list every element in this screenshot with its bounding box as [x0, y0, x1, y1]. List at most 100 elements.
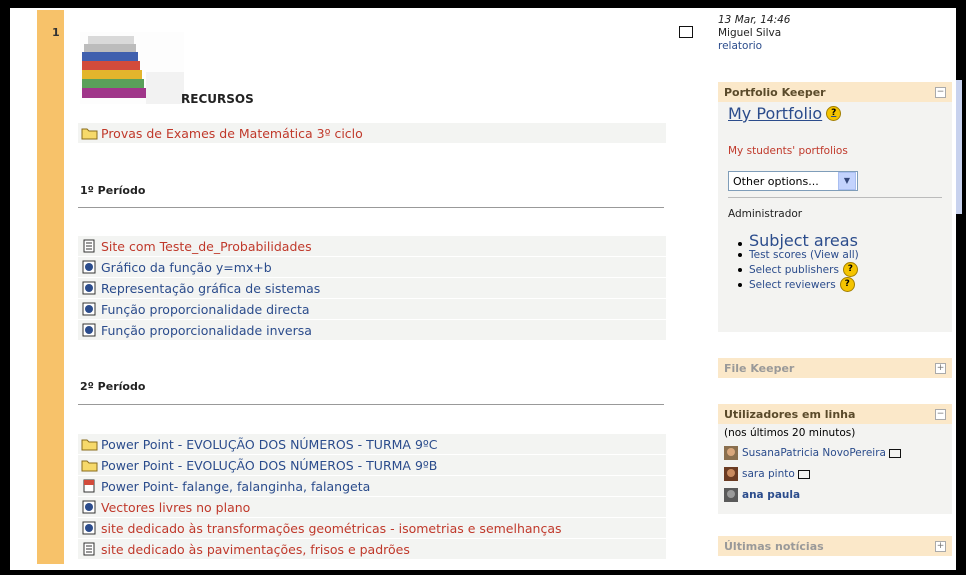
folder-icon: [81, 460, 98, 472]
section-number: 1: [52, 26, 60, 39]
resource-link[interactable]: Vectores livres no plano: [101, 500, 250, 515]
resource-link[interactable]: Provas de Exames de Matemática 3º ciclo: [101, 126, 363, 141]
chevron-down-icon[interactable]: ▼: [838, 172, 856, 190]
resource-row[interactable]: Representação gráfica de sistemas: [78, 278, 666, 298]
online-user[interactable]: sara pinto: [724, 467, 946, 481]
resource-row[interactable]: site dedicado às transformações geométri…: [78, 518, 666, 538]
online-users-block: Utilizadores em linha − (nos últimos 20 …: [718, 404, 952, 514]
my-portfolio-link[interactable]: My Portfolio ?: [728, 104, 942, 123]
activity-link[interactable]: relatorio: [718, 40, 952, 53]
resource-link[interactable]: site dedicado às transformações geométri…: [101, 521, 562, 536]
block-title: Utilizadores em linha: [724, 407, 856, 421]
activity-user: Miguel Silva: [718, 27, 782, 39]
portfolio-keeper-block: Portfolio Keeper − My Portfolio ? My stu…: [718, 82, 952, 332]
expand-icon[interactable]: +: [935, 362, 946, 374]
avatar: [724, 488, 738, 502]
bullet-icon: [738, 242, 742, 246]
bullet-icon: [738, 253, 742, 257]
page-icon: [83, 542, 95, 556]
resource-link[interactable]: Power Point- falange, falanginha, falang…: [101, 479, 370, 494]
latest-news-block: Últimas notícias +: [718, 536, 952, 556]
mail-icon[interactable]: [797, 469, 810, 479]
gsp-icon: [82, 260, 96, 274]
resource-row[interactable]: Power Point- falange, falanginha, falang…: [78, 476, 666, 496]
subject-areas-item[interactable]: Subject areas: [738, 233, 942, 249]
admin-list: Subject areas Test scores (View all) Sel…: [738, 233, 942, 292]
my-portfolio-label[interactable]: My Portfolio: [728, 104, 822, 123]
resource-row[interactable]: site dedicado às pavimentações, frisos e…: [78, 539, 666, 559]
help-icon[interactable]: ?: [839, 277, 855, 292]
collapse-icon[interactable]: −: [935, 86, 946, 98]
bullet-icon: [738, 282, 742, 287]
section-heading: RECURSOS: [181, 92, 254, 106]
test-scores-item[interactable]: Test scores (View all): [738, 248, 942, 262]
resource-link[interactable]: Site com Teste_de_Probabilidades: [101, 239, 312, 254]
section-side-bar: [37, 10, 64, 564]
online-user[interactable]: ana paula: [724, 488, 946, 502]
admin-label: Administrador: [728, 208, 803, 220]
resource-row[interactable]: Vectores livres no plano: [78, 497, 666, 517]
gsp-icon: [82, 521, 96, 535]
resource-link[interactable]: Função proporcionalidade directa: [101, 302, 310, 317]
mail-icon[interactable]: [888, 448, 901, 458]
resource-link[interactable]: Representação gráfica de sistemas: [101, 281, 320, 296]
select-reviewers-link[interactable]: Select reviewers: [749, 278, 836, 292]
divider: [78, 207, 664, 208]
block-header: Utilizadores em linha −: [718, 404, 952, 424]
gsp-icon: [82, 500, 96, 514]
select-publishers-item[interactable]: Select publishers?: [738, 262, 942, 277]
page-icon: [83, 239, 95, 253]
file-keeper-block: File Keeper +: [718, 358, 952, 378]
help-icon[interactable]: ?: [826, 106, 842, 121]
recent-activity: 13 Mar, 14:46 Miguel Silva relatorio: [718, 14, 952, 53]
resource-row[interactable]: Power Point - EVOLUÇÃO DOS NÚMEROS - TUR…: [78, 434, 666, 454]
resource-row[interactable]: Gráfico da função y=mx+b: [78, 257, 666, 277]
options-select[interactable]: Other options... ▼: [728, 171, 858, 191]
gsp-icon: [82, 323, 96, 337]
select-value: Other options...: [733, 174, 819, 188]
divider: [728, 197, 942, 198]
resource-link[interactable]: Gráfico da função y=mx+b: [101, 260, 272, 275]
activity-date: 13 Mar, 14:46: [718, 14, 791, 26]
user-name[interactable]: ana paula: [742, 489, 800, 501]
resource-row[interactable]: Power Point - EVOLUÇÃO DOS NÚMEROS - TUR…: [78, 455, 666, 475]
online-subtitle: (nos últimos 20 minutos): [724, 427, 856, 439]
user-name[interactable]: sara pinto: [742, 468, 795, 480]
resource-row[interactable]: Função proporcionalidade directa: [78, 299, 666, 319]
help-icon[interactable]: ?: [842, 262, 858, 277]
block-title: File Keeper: [724, 361, 795, 375]
collapse-icon[interactable]: −: [935, 408, 946, 420]
resource-row[interactable]: Provas de Exames de Matemática 3º ciclo: [78, 123, 666, 143]
subject-areas-link[interactable]: Subject areas: [749, 233, 858, 249]
bullet-icon: [738, 267, 742, 272]
block-header: Portfolio Keeper −: [718, 82, 952, 102]
students-portfolios-link[interactable]: My students' portfolios: [728, 145, 942, 157]
avatar: [724, 446, 738, 460]
select-publishers-link[interactable]: Select publishers: [749, 263, 839, 277]
resource-link[interactable]: site dedicado às pavimentações, frisos e…: [101, 542, 410, 557]
avatar: [724, 467, 738, 481]
resource-row[interactable]: Site com Teste_de_Probabilidades: [78, 236, 666, 256]
block-title: Últimas notícias: [724, 539, 824, 553]
period-title: 1º Período: [80, 184, 146, 197]
user-name[interactable]: SusanaPatricia NovoPereira: [742, 447, 886, 459]
test-scores-link[interactable]: Test scores (View all): [749, 248, 859, 262]
books-image: [80, 32, 184, 104]
folder-icon: [81, 128, 98, 140]
block-header: Últimas notícias +: [718, 536, 952, 556]
ppt-icon: [83, 479, 95, 493]
resource-link[interactable]: Power Point - EVOLUÇÃO DOS NÚMEROS - TUR…: [101, 458, 437, 473]
expand-icon[interactable]: +: [935, 540, 946, 552]
period-title: 2º Período: [80, 380, 146, 393]
online-user[interactable]: SusanaPatricia NovoPereira: [724, 446, 946, 460]
resource-link[interactable]: Power Point - EVOLUÇÃO DOS NÚMEROS - TUR…: [101, 437, 438, 452]
resource-row[interactable]: Função proporcionalidade inversa: [78, 320, 666, 340]
section-checkbox[interactable]: [679, 26, 693, 38]
gsp-icon: [82, 281, 96, 295]
resource-link[interactable]: Função proporcionalidade inversa: [101, 323, 312, 338]
block-header: File Keeper +: [718, 358, 952, 378]
folder-icon: [81, 439, 98, 451]
scrollbar[interactable]: [956, 80, 962, 214]
divider: [78, 404, 664, 405]
select-reviewers-item[interactable]: Select reviewers?: [738, 277, 942, 292]
